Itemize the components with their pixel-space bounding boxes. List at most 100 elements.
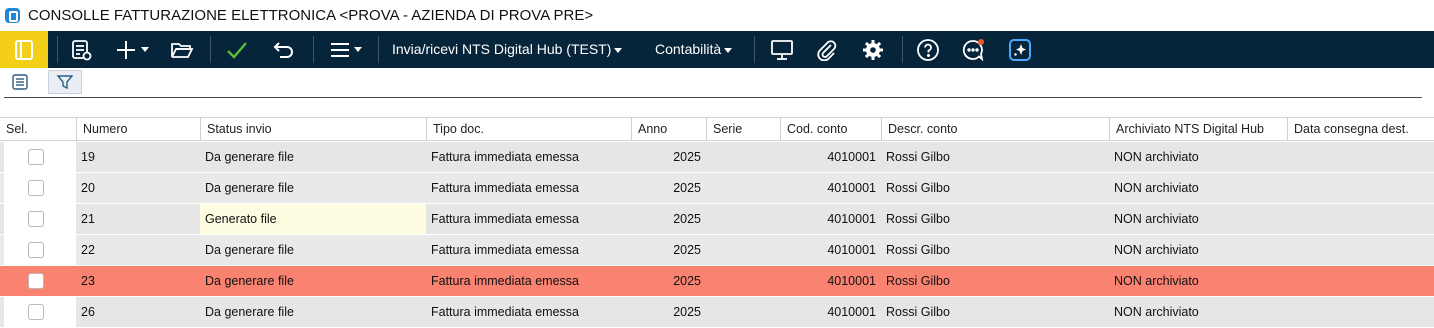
row-checkbox[interactable] [28,273,44,289]
column-header-archiviato[interactable]: Archiviato NTS Digital Hub [1109,118,1287,140]
toolbar-separator [378,36,379,63]
cell-status-invio: Da generare file [205,150,294,164]
cell-numero: 21 [81,212,95,226]
cell-serie [706,235,780,265]
folder-open-icon [171,42,194,58]
cell-status-invio: Da generare file [205,243,294,257]
table-row-selected[interactable]: 23 Da generare file Fattura immediata em… [0,266,1434,297]
cell-cod-conto: 4010001 [827,212,876,226]
column-header-tipo-doc[interactable]: Tipo doc. [426,118,631,140]
cell-numero: 23 [81,274,95,288]
panel-toggle-icon [15,39,33,60]
cell-descr-conto: Rossi Gilbo [886,243,950,257]
undo-button[interactable] [268,31,300,68]
column-header-status-invio[interactable]: Status invio [200,118,426,140]
monitor-button[interactable] [766,31,798,68]
cell-archiviato: NON archiviato [1114,150,1199,164]
column-header-cod-conto[interactable]: Cod. conto [780,118,881,140]
cell-anno: 2025 [673,274,701,288]
report-button[interactable] [66,31,96,68]
column-header-descr-conto[interactable]: Descr. conto [881,118,1109,140]
filter-button[interactable] [48,70,82,94]
toolbar-separator [57,36,58,63]
column-header-serie[interactable]: Serie [706,118,780,140]
column-header-data-consegna[interactable]: Data consegna dest. [1287,118,1434,140]
row-checkbox[interactable] [28,149,44,165]
cell-serie [706,173,780,203]
cell-status-invio: Da generare file [205,305,294,319]
cell-numero: 22 [81,243,95,257]
nts-digital-hub-menu[interactable]: Invia/ricevi NTS Digital Hub (TEST) [392,31,623,68]
cell-anno: 2025 [673,212,701,226]
chat-button[interactable] [958,31,990,68]
cell-data-consegna [1287,142,1434,172]
app-logo-icon [5,8,20,23]
cell-anno: 2025 [673,181,701,195]
cell-descr-conto: Rossi Gilbo [886,212,950,226]
cell-cod-conto: 4010001 [827,305,876,319]
cell-serie [706,266,780,296]
cell-cod-conto: 4010001 [827,181,876,195]
table-row[interactable]: 22 Da generare file Fattura immediata em… [0,235,1434,266]
chevron-down-icon [614,47,623,53]
toolbar-separator [754,36,755,63]
menu-button[interactable] [325,31,365,68]
grid-header: Sel. Numero Status invio Tipo doc. Anno … [0,117,1434,141]
cell-cod-conto: 4010001 [827,243,876,257]
table-row[interactable]: 26 Da generare file Fattura immediata em… [0,297,1434,328]
table-row[interactable]: 19 Da generare file Fattura immediata em… [0,142,1434,173]
contabilita-menu[interactable]: Contabilità [655,31,733,68]
help-button[interactable] [912,31,944,68]
column-header-numero[interactable]: Numero [76,118,200,140]
hamburger-menu-icon [330,42,349,57]
cell-tipo-doc: Fattura immediata emessa [431,243,579,257]
confirm-button[interactable] [220,31,254,68]
cell-archiviato: NON archiviato [1114,305,1199,319]
row-checkbox[interactable] [28,180,44,196]
row-checkbox[interactable] [28,242,44,258]
cell-numero: 20 [81,181,95,195]
chat-notification-icon [962,38,984,61]
attachment-button[interactable] [812,31,842,68]
undo-icon [273,41,293,58]
table-row[interactable]: 21 Generato file Fattura immediata emess… [0,204,1434,235]
select-cell [4,235,76,265]
list-view-button[interactable] [6,70,34,94]
panel-toggle-button[interactable] [0,31,48,68]
cell-cod-conto: 4010001 [827,150,876,164]
column-header-sel[interactable]: Sel. [0,118,76,140]
cell-tipo-doc: Fattura immediata emessa [431,305,579,319]
window-title-bar: CONSOLLE FATTURAZIONE ELETTRONICA <PROVA… [0,0,1434,31]
report-icon [72,39,92,60]
contabilita-menu-label: Contabilità [655,41,722,57]
monitor-icon [771,39,793,60]
ai-assistant-icon [1009,38,1031,61]
cell-cod-conto: 4010001 [827,274,876,288]
cell-archiviato: NON archiviato [1114,181,1199,195]
table-row[interactable]: 20 Da generare file Fattura immediata em… [0,173,1434,204]
add-button[interactable] [110,31,152,68]
cell-data-consegna [1287,173,1434,203]
paperclip-icon [817,39,837,61]
row-checkbox[interactable] [28,211,44,227]
nts-digital-hub-menu-label: Invia/ricevi NTS Digital Hub (TEST) [392,41,612,57]
cell-descr-conto: Rossi Gilbo [886,305,950,319]
settings-button[interactable] [858,31,888,68]
cell-numero: 26 [81,305,95,319]
row-checkbox[interactable] [28,304,44,320]
list-view-icon [12,74,28,90]
column-header-anno[interactable]: Anno [631,118,706,140]
ai-assistant-button[interactable] [1004,31,1036,68]
view-subbar [0,68,1434,96]
cell-numero: 19 [81,150,95,164]
select-cell [4,204,76,234]
cell-tipo-doc: Fattura immediata emessa [431,150,579,164]
cell-tipo-doc: Fattura immediata emessa [431,212,579,226]
open-folder-button[interactable] [166,31,198,68]
cell-descr-conto: Rossi Gilbo [886,181,950,195]
settings-gear-icon [863,39,883,60]
main-toolbar: Invia/ricevi NTS Digital Hub (TEST) Cont… [0,31,1434,68]
cell-archiviato: NON archiviato [1114,243,1199,257]
cell-archiviato: NON archiviato [1114,212,1199,226]
cell-data-consegna [1287,297,1434,327]
